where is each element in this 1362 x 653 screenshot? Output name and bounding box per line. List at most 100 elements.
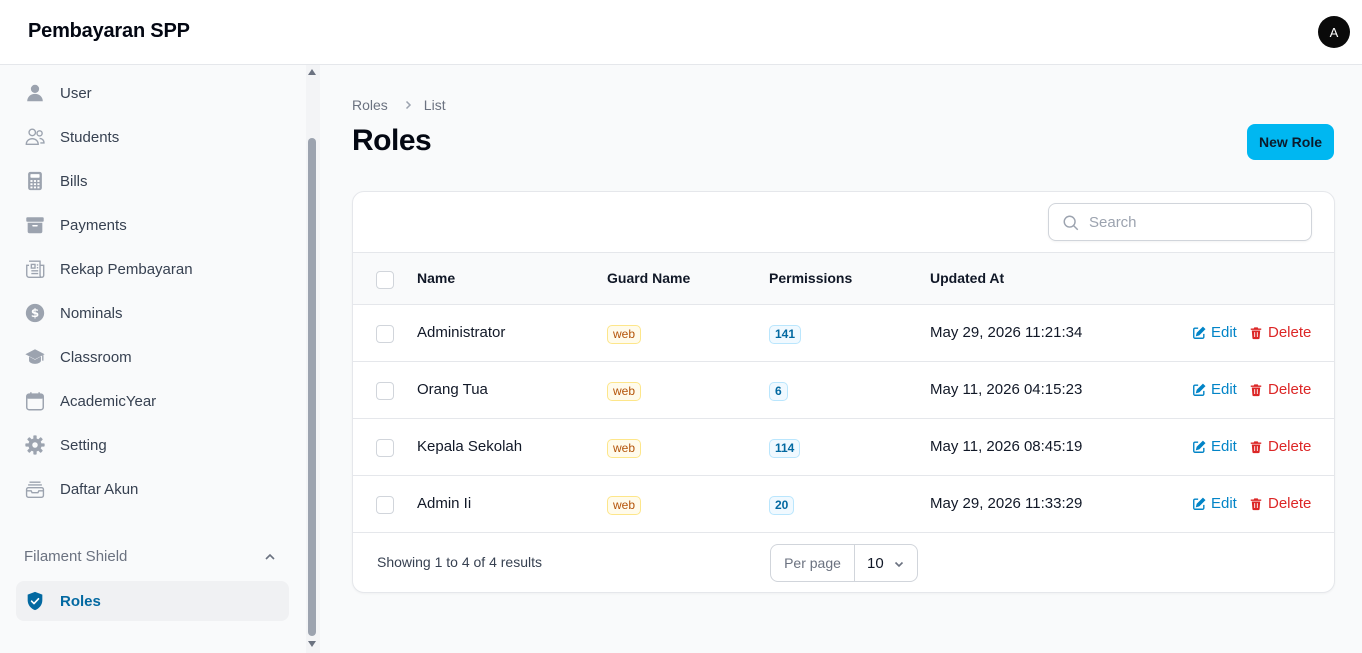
table-row[interactable]: Kepala Sekolah web 114 May 11, 2026 08:4… xyxy=(353,419,1334,476)
chevron-up-icon[interactable] xyxy=(262,549,278,565)
archive-box-icon xyxy=(26,217,44,234)
sidebar-item-label: Students xyxy=(60,128,120,146)
per-page-value[interactable]: 10 xyxy=(855,545,917,581)
pagination-summary: Showing 1 to 4 of 4 results xyxy=(377,554,542,570)
table-header: Name Guard Name Permissions Updated At xyxy=(353,252,1334,305)
row-checkbox[interactable] xyxy=(376,382,394,400)
search-input[interactable] xyxy=(1089,212,1299,232)
app-title[interactable]: Pembayaran SPP xyxy=(28,20,190,43)
delete-label: Delete xyxy=(1268,324,1312,341)
role-name: Admin Ii xyxy=(417,495,472,512)
search-icon xyxy=(1063,215,1079,231)
column-header-name[interactable]: Name xyxy=(417,270,455,286)
per-page-selected: 10 xyxy=(867,554,884,572)
pencil-square-icon xyxy=(1193,440,1206,453)
sidebar-item-label: Rekap Pembayaran xyxy=(60,260,193,278)
delete-label: Delete xyxy=(1268,495,1312,512)
scroll-down-arrow[interactable] xyxy=(308,641,316,647)
roles-table-card: Name Guard Name Permissions Updated At A… xyxy=(352,191,1335,593)
edit-button[interactable]: Edit xyxy=(1192,495,1237,512)
delete-button[interactable]: Delete xyxy=(1249,324,1311,341)
search-box[interactable] xyxy=(1048,203,1312,241)
select-all-checkbox[interactable] xyxy=(376,271,394,289)
sidebar-item-payments[interactable]: Payments xyxy=(16,205,289,245)
breadcrumb-roles-link[interactable]: Roles xyxy=(352,97,388,113)
trash-icon xyxy=(1250,440,1262,453)
pencil-square-icon xyxy=(1193,326,1206,339)
sidebar-item-roles[interactable]: Roles xyxy=(16,581,289,621)
sidebar-item-label: Roles xyxy=(60,592,101,610)
sidebar-item-nominals[interactable]: $ Nominals xyxy=(16,293,289,333)
breadcrumb: Roles List xyxy=(352,97,446,113)
column-header-guard-name[interactable]: Guard Name xyxy=(607,270,690,286)
sidebar-item-label: User xyxy=(60,84,92,102)
sidebar-item-rekap-pembayaran[interactable]: Rekap Pembayaran xyxy=(16,249,289,289)
pencil-square-icon xyxy=(1193,383,1206,396)
breadcrumb-current: List xyxy=(423,97,446,113)
updated-at: May 29, 2026 11:21:34 xyxy=(930,324,1083,341)
cog-icon xyxy=(25,435,45,455)
sidebar-item-label: Bills xyxy=(60,172,88,190)
role-name: Kepala Sekolah xyxy=(417,438,523,455)
shield-check-icon xyxy=(27,591,43,611)
role-name: Administrator xyxy=(417,324,506,341)
guard-badge: web xyxy=(607,439,642,458)
permissions-badge: 114 xyxy=(769,439,801,458)
row-checkbox[interactable] xyxy=(376,325,394,343)
users-icon xyxy=(25,128,45,146)
column-header-updated-at[interactable]: Updated At xyxy=(930,270,1004,286)
edit-label: Edit xyxy=(1211,438,1237,455)
sidebar-item-label: Nominals xyxy=(60,304,123,322)
updated-at: May 11, 2026 08:45:19 xyxy=(930,438,1083,455)
new-role-button[interactable]: New Role xyxy=(1247,124,1334,160)
inbox-stack-icon xyxy=(25,481,45,498)
chevron-down-icon xyxy=(894,561,904,568)
sidebar-item-academicyear[interactable]: AcademicYear xyxy=(16,381,289,421)
edit-button[interactable]: Edit xyxy=(1192,438,1237,455)
guard-badge: web xyxy=(607,325,642,344)
sidebar-item-user[interactable]: User xyxy=(16,73,289,113)
delete-button[interactable]: Delete xyxy=(1249,381,1311,398)
edit-label: Edit xyxy=(1211,381,1237,398)
sidebar-item-label: Classroom xyxy=(60,348,132,366)
trash-icon xyxy=(1250,326,1262,339)
svg-text:$: $ xyxy=(31,306,39,320)
sidebar-item-classroom[interactable]: Classroom xyxy=(16,337,289,377)
sidebar-item-setting[interactable]: Setting xyxy=(16,425,289,465)
updated-at: May 29, 2026 11:33:29 xyxy=(930,495,1083,512)
per-page-select[interactable]: Per page 10 xyxy=(770,544,918,582)
row-checkbox[interactable] xyxy=(376,439,394,457)
user-icon xyxy=(27,84,43,102)
newspaper-icon xyxy=(26,260,45,278)
table-row[interactable]: Administrator web 141 May 29, 2026 11:21… xyxy=(353,305,1334,362)
edit-button[interactable]: Edit xyxy=(1192,381,1237,398)
permissions-badge: 141 xyxy=(769,325,802,344)
edit-label: Edit xyxy=(1211,495,1237,512)
permissions-badge: 20 xyxy=(769,496,795,515)
guard-badge: web xyxy=(607,496,642,515)
row-checkbox[interactable] xyxy=(376,496,394,514)
edit-button[interactable]: Edit xyxy=(1192,324,1237,341)
table-row[interactable]: Orang Tua web 6 May 11, 2026 04:15:23 Ed… xyxy=(353,362,1334,419)
table-row[interactable]: Admin Ii web 20 May 29, 2026 11:33:29 Ed… xyxy=(353,476,1334,533)
guard-badge: web xyxy=(607,382,642,401)
column-header-permissions[interactable]: Permissions xyxy=(769,270,852,286)
permissions-badge: 6 xyxy=(769,382,788,401)
sidebar-group-filament-shield[interactable]: Filament Shield xyxy=(24,548,127,565)
delete-button[interactable]: Delete xyxy=(1249,438,1311,455)
delete-button[interactable]: Delete xyxy=(1249,495,1311,512)
edit-label: Edit xyxy=(1211,324,1237,341)
scrollbar-thumb[interactable] xyxy=(308,138,316,636)
academic-cap-icon xyxy=(25,349,45,364)
trash-icon xyxy=(1250,497,1262,510)
sidebar-item-label: Setting xyxy=(60,436,107,454)
sidebar-item-daftar-akun[interactable]: Daftar Akun xyxy=(16,469,289,509)
updated-at: May 11, 2026 04:15:23 xyxy=(930,381,1083,398)
sidebar-item-students[interactable]: Students xyxy=(16,117,289,157)
sidebar-item-bills[interactable]: Bills xyxy=(16,161,289,201)
sidebar-item-label: Daftar Akun xyxy=(60,480,139,498)
chevron-right-icon xyxy=(405,100,411,110)
per-page-label: Per page xyxy=(771,545,855,581)
user-avatar[interactable]: A xyxy=(1318,16,1350,48)
scroll-up-arrow[interactable] xyxy=(308,69,316,75)
